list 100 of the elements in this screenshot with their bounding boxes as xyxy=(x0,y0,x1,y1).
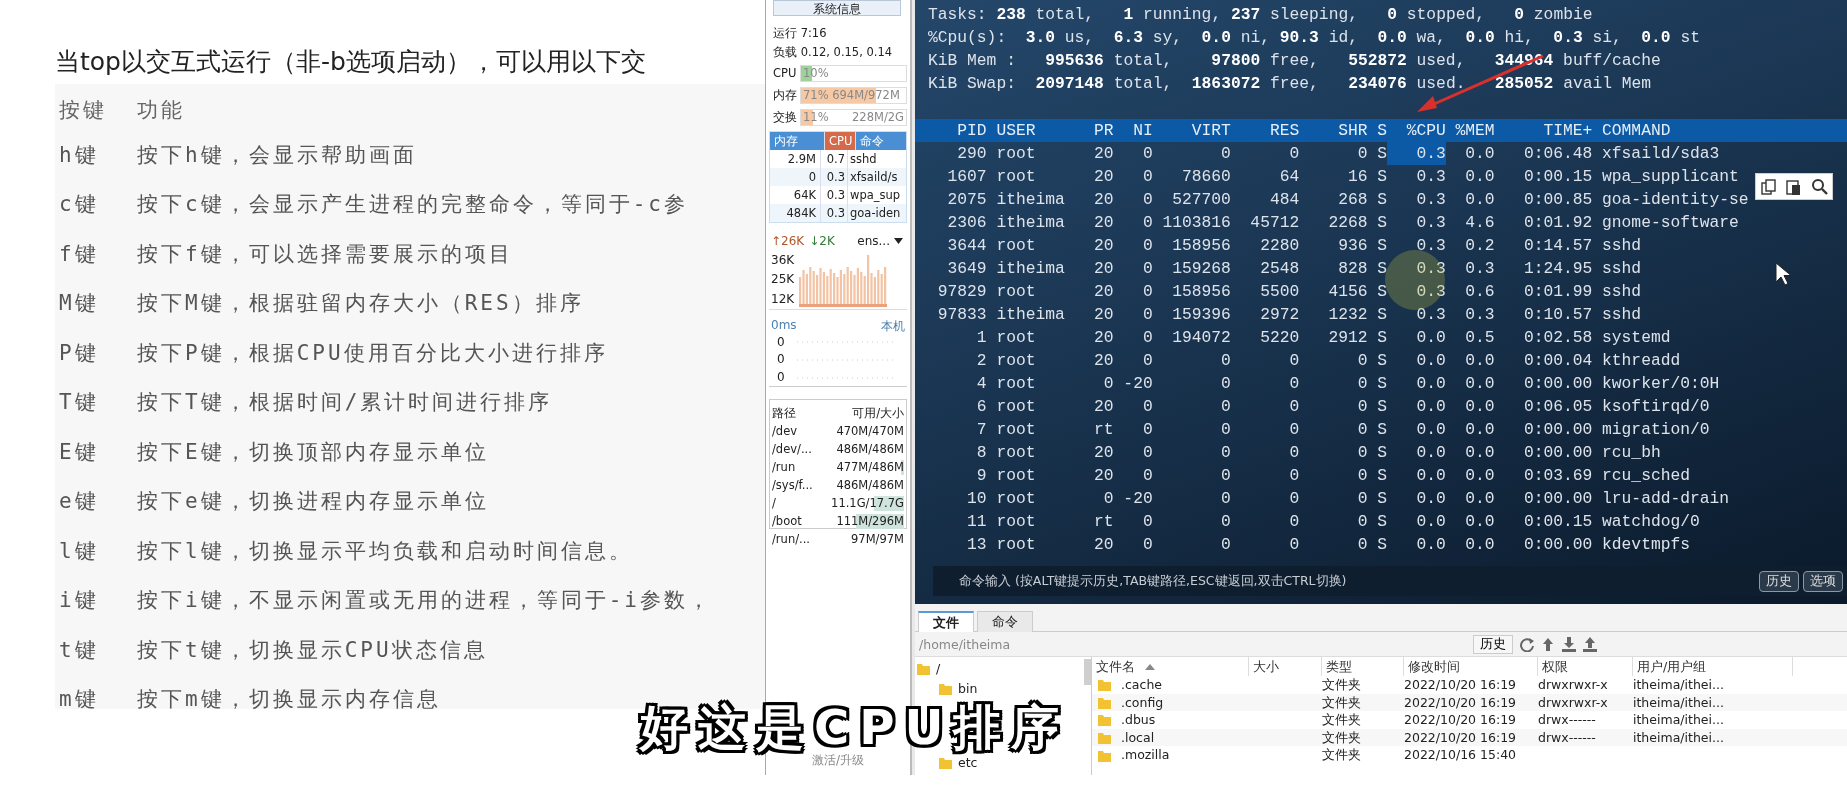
table-cell-text: 97833 xyxy=(936,304,987,326)
table-cell-text: 按下l键，切换显示平均负载和启动时间信息。 xyxy=(137,537,633,565)
file-name[interactable]: .cache xyxy=(1121,676,1162,694)
table-cell-text: 0.3 xyxy=(1415,258,1446,280)
table-cell-text: 20 xyxy=(1093,258,1114,280)
table-cell-text: 159268 xyxy=(1171,258,1231,280)
table-cell-text: S xyxy=(1376,258,1388,280)
paste-icon[interactable] xyxy=(1785,177,1803,196)
column-header[interactable]: 可用/大小 xyxy=(824,404,904,422)
folder-icon xyxy=(1098,695,1111,709)
table-cell-text: 0 xyxy=(1141,350,1153,372)
system-info-button[interactable]: 系统信息 xyxy=(773,0,901,16)
table-cell-text: root xyxy=(995,419,1037,441)
scrollbar[interactable] xyxy=(1084,659,1091,685)
copy-icon[interactable] xyxy=(1760,177,1778,196)
table-cell-text: /run xyxy=(772,459,797,476)
table-cell-text: 0.3 xyxy=(1415,166,1446,188)
table-cell-text: 文件夹 xyxy=(1322,676,1362,694)
terminal-button[interactable]: 选项 xyxy=(1803,570,1843,592)
table-cell-text: 0.3 xyxy=(1415,304,1446,326)
table-cell-text: 20 xyxy=(1093,327,1114,349)
table-cell-text: root xyxy=(995,396,1037,418)
table-cell-text: 0 xyxy=(1288,511,1300,533)
table-cell-text: 290 xyxy=(956,143,987,165)
table-cell-text: itheima/ithei... xyxy=(1633,676,1725,694)
table-cell-text: 0.0 xyxy=(1415,350,1446,372)
table-cell-text: /dev xyxy=(772,423,799,440)
column-header: SHR xyxy=(1337,120,1368,142)
table-cell-text: kdevtmpfs xyxy=(1601,534,1690,556)
column-header[interactable]: 权限 xyxy=(1538,657,1633,676)
file-name[interactable]: .local xyxy=(1121,728,1155,747)
table-cell-text: 0 xyxy=(1220,396,1231,418)
table-cell-text: goa-identity-se xyxy=(1601,189,1749,211)
download-icon[interactable] xyxy=(1561,636,1576,652)
table-cell-text: 0:01.99 xyxy=(1522,281,1593,303)
table-cell-text: sshd xyxy=(1601,304,1642,326)
table-cell-text: 2548 xyxy=(1259,258,1300,280)
table-cell-text: 486M/486M xyxy=(835,477,904,494)
host-label: 本机 xyxy=(881,318,905,334)
file-name[interactable]: .dbus xyxy=(1121,711,1156,729)
table-cell-text: 828 xyxy=(1337,258,1368,280)
tree-item[interactable]: / xyxy=(936,660,941,676)
column-header[interactable]: CPU xyxy=(825,132,856,150)
table-cell-text: S xyxy=(1376,373,1388,395)
table-cell-text: root xyxy=(995,350,1037,372)
table-cell-text: 0 xyxy=(1220,350,1231,372)
table-cell-text: 0.0 xyxy=(1464,166,1495,188)
table-cell-text: / xyxy=(772,495,777,512)
tree-item[interactable]: bin xyxy=(958,680,978,696)
table-cell-text: 158956 xyxy=(1171,235,1231,257)
search-icon[interactable] xyxy=(1810,177,1828,196)
table-cell-text: 按下P键，根据CPU使用百分比大小进行排序 xyxy=(137,339,608,367)
column-header[interactable]: 修改时间 xyxy=(1404,657,1538,676)
table-cell-text: root xyxy=(995,281,1037,303)
file-name[interactable]: .mozilla xyxy=(1121,746,1170,764)
terminal-button[interactable]: 历史 xyxy=(1759,570,1799,592)
column-header[interactable]: 类型 xyxy=(1322,657,1404,676)
table-cell-text: S xyxy=(1376,350,1388,372)
column-header[interactable]: 大小 xyxy=(1249,657,1322,676)
table-cell-text: drwx------ xyxy=(1538,711,1597,729)
upload-icon[interactable] xyxy=(1582,636,1597,652)
table-cell-text: 4156 xyxy=(1327,281,1368,303)
caret-icon[interactable] xyxy=(894,238,903,244)
tab[interactable]: 命令 xyxy=(977,611,1033,632)
command-hint: 命令输入 (按ALT键提示历史,TAB键路径,ESC键返回,双击CTRL切换) xyxy=(959,572,1347,590)
command-input-bar[interactable]: 命令输入 (按ALT键提示历史,TAB键路径,ESC键返回,双击CTRL切换) 历史 选项 xyxy=(933,566,1847,596)
mouse-cursor-icon xyxy=(1775,262,1791,286)
up-arrow-icon[interactable] xyxy=(1540,636,1555,652)
column-header[interactable]: 文件名 xyxy=(1092,657,1249,676)
table-cell-text: kthreadd xyxy=(1601,350,1681,372)
table-cell-text: S xyxy=(1376,327,1388,349)
table-cell-text: itheima/ithei... xyxy=(1633,711,1725,729)
table-cell-text: 484 xyxy=(1268,189,1300,211)
table-cell-text: 64 xyxy=(1278,166,1300,188)
column-header[interactable]: 用户/用户组 xyxy=(1633,657,1793,676)
table-cell-text: 0 xyxy=(1102,373,1114,395)
table-cell-text: 0.0 xyxy=(1415,327,1446,349)
table-cell-text: 0 xyxy=(1141,511,1153,533)
table-cell-text: 470M/470M xyxy=(835,423,904,440)
table-cell-text: 0.0 xyxy=(1415,419,1446,441)
history-button[interactable]: 历史 xyxy=(1473,634,1513,654)
table-cell-text: 0 xyxy=(1141,304,1153,326)
tab[interactable]: 文件 xyxy=(918,611,974,632)
table-cell-text: root xyxy=(995,235,1037,257)
table-cell-text: 111M/296M xyxy=(835,513,904,530)
interface-dropdown[interactable]: ens... xyxy=(857,234,903,248)
tree-item[interactable]: etc xyxy=(958,754,978,770)
table-cell-text: 0:00.00 xyxy=(1522,488,1593,510)
column-header[interactable]: 路径 xyxy=(772,404,824,422)
refresh-icon[interactable] xyxy=(1519,636,1534,652)
table-cell-text: c键 xyxy=(58,191,100,219)
table-cell-text: 4 xyxy=(975,373,987,395)
table-cell-text: m键 xyxy=(58,686,100,714)
table-cell-text: sshd xyxy=(1601,235,1642,257)
folder-icon xyxy=(917,661,930,675)
file-name[interactable]: .config xyxy=(1121,693,1164,712)
table-cell-text: 0.0 xyxy=(1464,511,1495,533)
column-header: 功能 xyxy=(137,97,185,124)
column-header: NI xyxy=(1132,120,1153,142)
table-cell-text: root xyxy=(995,327,1037,349)
